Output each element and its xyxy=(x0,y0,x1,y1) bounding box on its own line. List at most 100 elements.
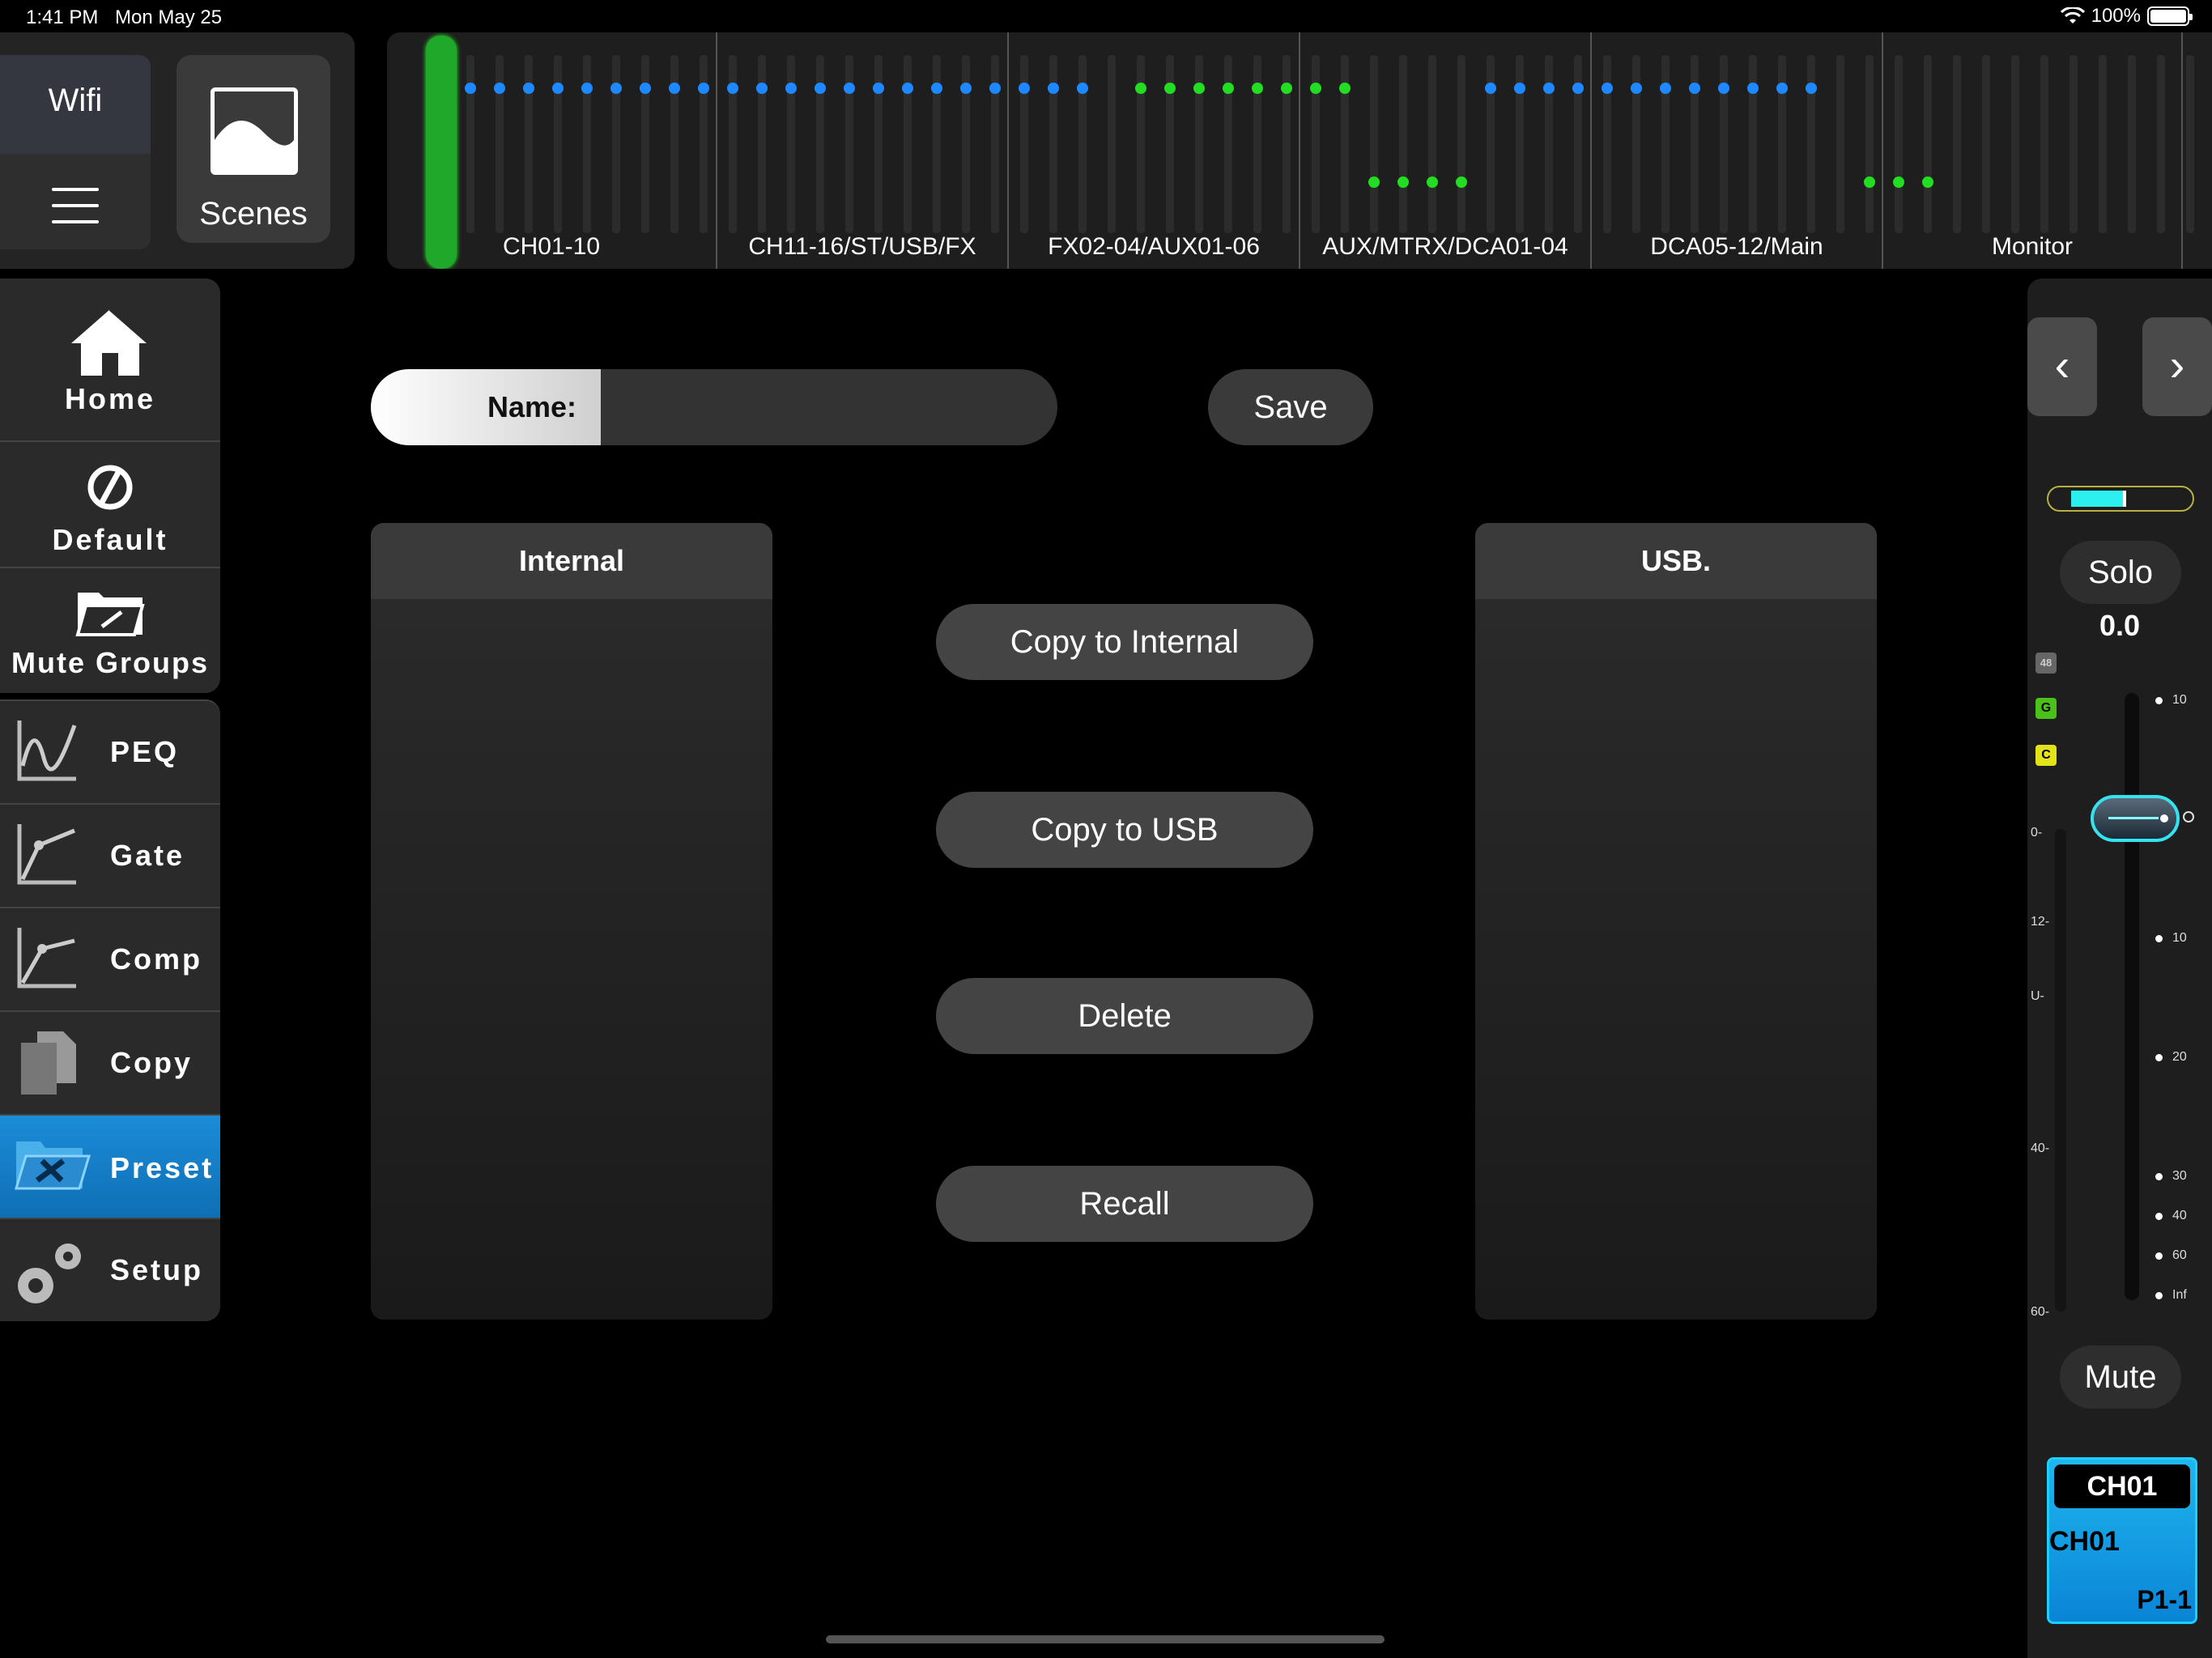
overview-fader-slot xyxy=(2011,55,2019,233)
overview-fader-slot xyxy=(1807,55,1815,233)
overview-meter-dot xyxy=(756,83,768,94)
nav-default[interactable]: Default xyxy=(0,440,220,567)
overview-meter-dot xyxy=(1252,83,1263,94)
overview-fader-slot xyxy=(583,55,591,233)
overview-fader-slot xyxy=(1195,55,1203,233)
overview-fader-slot xyxy=(1457,55,1465,233)
nav-home[interactable]: Home xyxy=(0,278,220,440)
fader-scale-mark: 60 xyxy=(2155,1248,2187,1263)
overview-fader-slot xyxy=(1661,55,1670,233)
overview-meter-dot xyxy=(552,83,564,94)
menu-button[interactable] xyxy=(0,154,151,249)
overview-selection-handle[interactable] xyxy=(426,36,457,269)
copy-to-internal-button[interactable]: Copy to Internal xyxy=(936,604,1313,680)
overview-meter-dot xyxy=(1776,83,1788,94)
overview-fader-slot xyxy=(816,55,824,233)
overview-fader-slot xyxy=(1953,55,1961,233)
nav-comp[interactable]: Comp xyxy=(0,907,220,1010)
overview-fader-slot xyxy=(2128,55,2136,233)
next-channel-button[interactable]: › xyxy=(2142,317,2212,416)
comp-badge[interactable]: C xyxy=(2035,745,2057,766)
usb-list[interactable]: USB. xyxy=(1475,523,1877,1320)
wifi-button[interactable]: Wifi xyxy=(0,55,151,154)
save-button[interactable]: Save xyxy=(1208,369,1373,445)
overview-meter-dot xyxy=(1660,83,1671,94)
prev-channel-button[interactable]: ‹ xyxy=(2027,317,2097,416)
battery-icon xyxy=(2147,6,2193,26)
scenes-button[interactable]: Scenes xyxy=(177,55,330,243)
overview-meter-dot xyxy=(1922,176,1933,188)
fader-track[interactable] xyxy=(2125,693,2139,1300)
overview-meter-dot xyxy=(1485,83,1496,94)
overview-fader-slot xyxy=(2069,55,2078,233)
nav-preset[interactable]: Preset xyxy=(0,1114,220,1218)
channel-card[interactable]: CH01 CH01 P1-1 xyxy=(2047,1457,2197,1624)
overview-meter-dot xyxy=(494,83,505,94)
nav-setup[interactable]: Setup xyxy=(0,1218,220,1321)
copy-icon xyxy=(21,1031,76,1095)
level-meter xyxy=(2055,829,2066,1312)
nav-mute-groups[interactable]: Mute Groups xyxy=(0,567,220,693)
gear-icon xyxy=(18,1244,81,1303)
overview-fader-slot xyxy=(1399,55,1407,233)
internal-list-header: Internal xyxy=(371,523,772,599)
peq-icon xyxy=(17,721,77,781)
overview-fader-slot xyxy=(1982,55,1990,233)
input-meter-peak xyxy=(2123,491,2126,507)
gate-icon xyxy=(17,824,76,885)
channel-card-name: CH01 xyxy=(2049,1526,2120,1557)
overview-fader-slot xyxy=(1020,55,1028,233)
overview-fader-slot xyxy=(1924,55,1932,233)
overview-meter-dot xyxy=(1456,176,1467,188)
overview-fader-slot xyxy=(1312,55,1320,233)
recall-button[interactable]: Recall xyxy=(936,1166,1313,1242)
usb-list-body[interactable] xyxy=(1475,599,1877,1320)
nav-gate[interactable]: Gate xyxy=(0,803,220,907)
solo-button[interactable]: Solo xyxy=(2060,541,2181,604)
overview-fader-slot xyxy=(2040,55,2048,233)
overview-meter-dot xyxy=(1397,176,1409,188)
overview-fader-slot xyxy=(2157,55,2165,233)
status-indicators: 100% xyxy=(2060,5,2193,28)
overview-meter-dot xyxy=(1893,176,1904,188)
overview-meter-dot xyxy=(1514,83,1525,94)
overview-meter-dot xyxy=(1631,83,1642,94)
delete-button[interactable]: Delete xyxy=(936,978,1313,1054)
name-label: Name: xyxy=(487,390,576,423)
internal-list[interactable]: Internal xyxy=(371,523,772,1320)
folder-icon xyxy=(75,593,145,636)
overview-fader-slot xyxy=(1749,55,1757,233)
meter-scale-label: 40- xyxy=(2031,1141,2050,1155)
overview-fader-slot xyxy=(1720,55,1728,233)
overview-meter-dot xyxy=(640,83,651,94)
home-indicator[interactable] xyxy=(826,1635,1385,1643)
overview-meter-dot xyxy=(1164,83,1176,94)
overview-section-label: AUX/MTRX/DCA01-04 xyxy=(1322,233,1568,260)
nav-peq[interactable]: PEQ xyxy=(0,699,220,803)
nav-peq-label: PEQ xyxy=(110,735,180,768)
mute-button[interactable]: Mute xyxy=(2060,1346,2181,1409)
fader-scale-mark: 10 xyxy=(2155,931,2187,946)
overview-fader-slot xyxy=(700,55,708,233)
home-icon xyxy=(71,308,151,376)
channel-overview[interactable]: CH01-10 CH11-16/ST/USB/FX FX02-04/AUX01-… xyxy=(387,32,2212,269)
fader-knob[interactable] xyxy=(2091,795,2180,842)
wifi-label: Wifi xyxy=(48,83,103,118)
gate-badge[interactable]: G xyxy=(2035,698,2057,719)
overview-meter-dot xyxy=(1747,83,1759,94)
overview-fader-slot xyxy=(1632,55,1640,233)
fader-value: 0.0 xyxy=(2099,609,2141,642)
copy-to-usb-button[interactable]: Copy to USB xyxy=(936,792,1313,868)
phantom-48v-badge[interactable]: 48 xyxy=(2035,653,2057,674)
nav-copy[interactable]: Copy xyxy=(0,1010,220,1114)
internal-list-body[interactable] xyxy=(371,599,772,1320)
overview-section-label: DCA05-12/Main xyxy=(1650,233,1823,260)
top-left-panel: Wifi Scenes xyxy=(0,32,355,269)
overview-meter-dot xyxy=(1368,176,1380,188)
overview-meter-dot xyxy=(960,83,972,94)
overview-meter-dot xyxy=(931,83,942,94)
overview-fader-slot xyxy=(1166,55,1174,233)
overview-fader-slot xyxy=(1895,55,1903,233)
fader-scale-mark: 20 xyxy=(2155,1050,2187,1065)
preset-name-field[interactable]: Name: xyxy=(371,369,1057,445)
